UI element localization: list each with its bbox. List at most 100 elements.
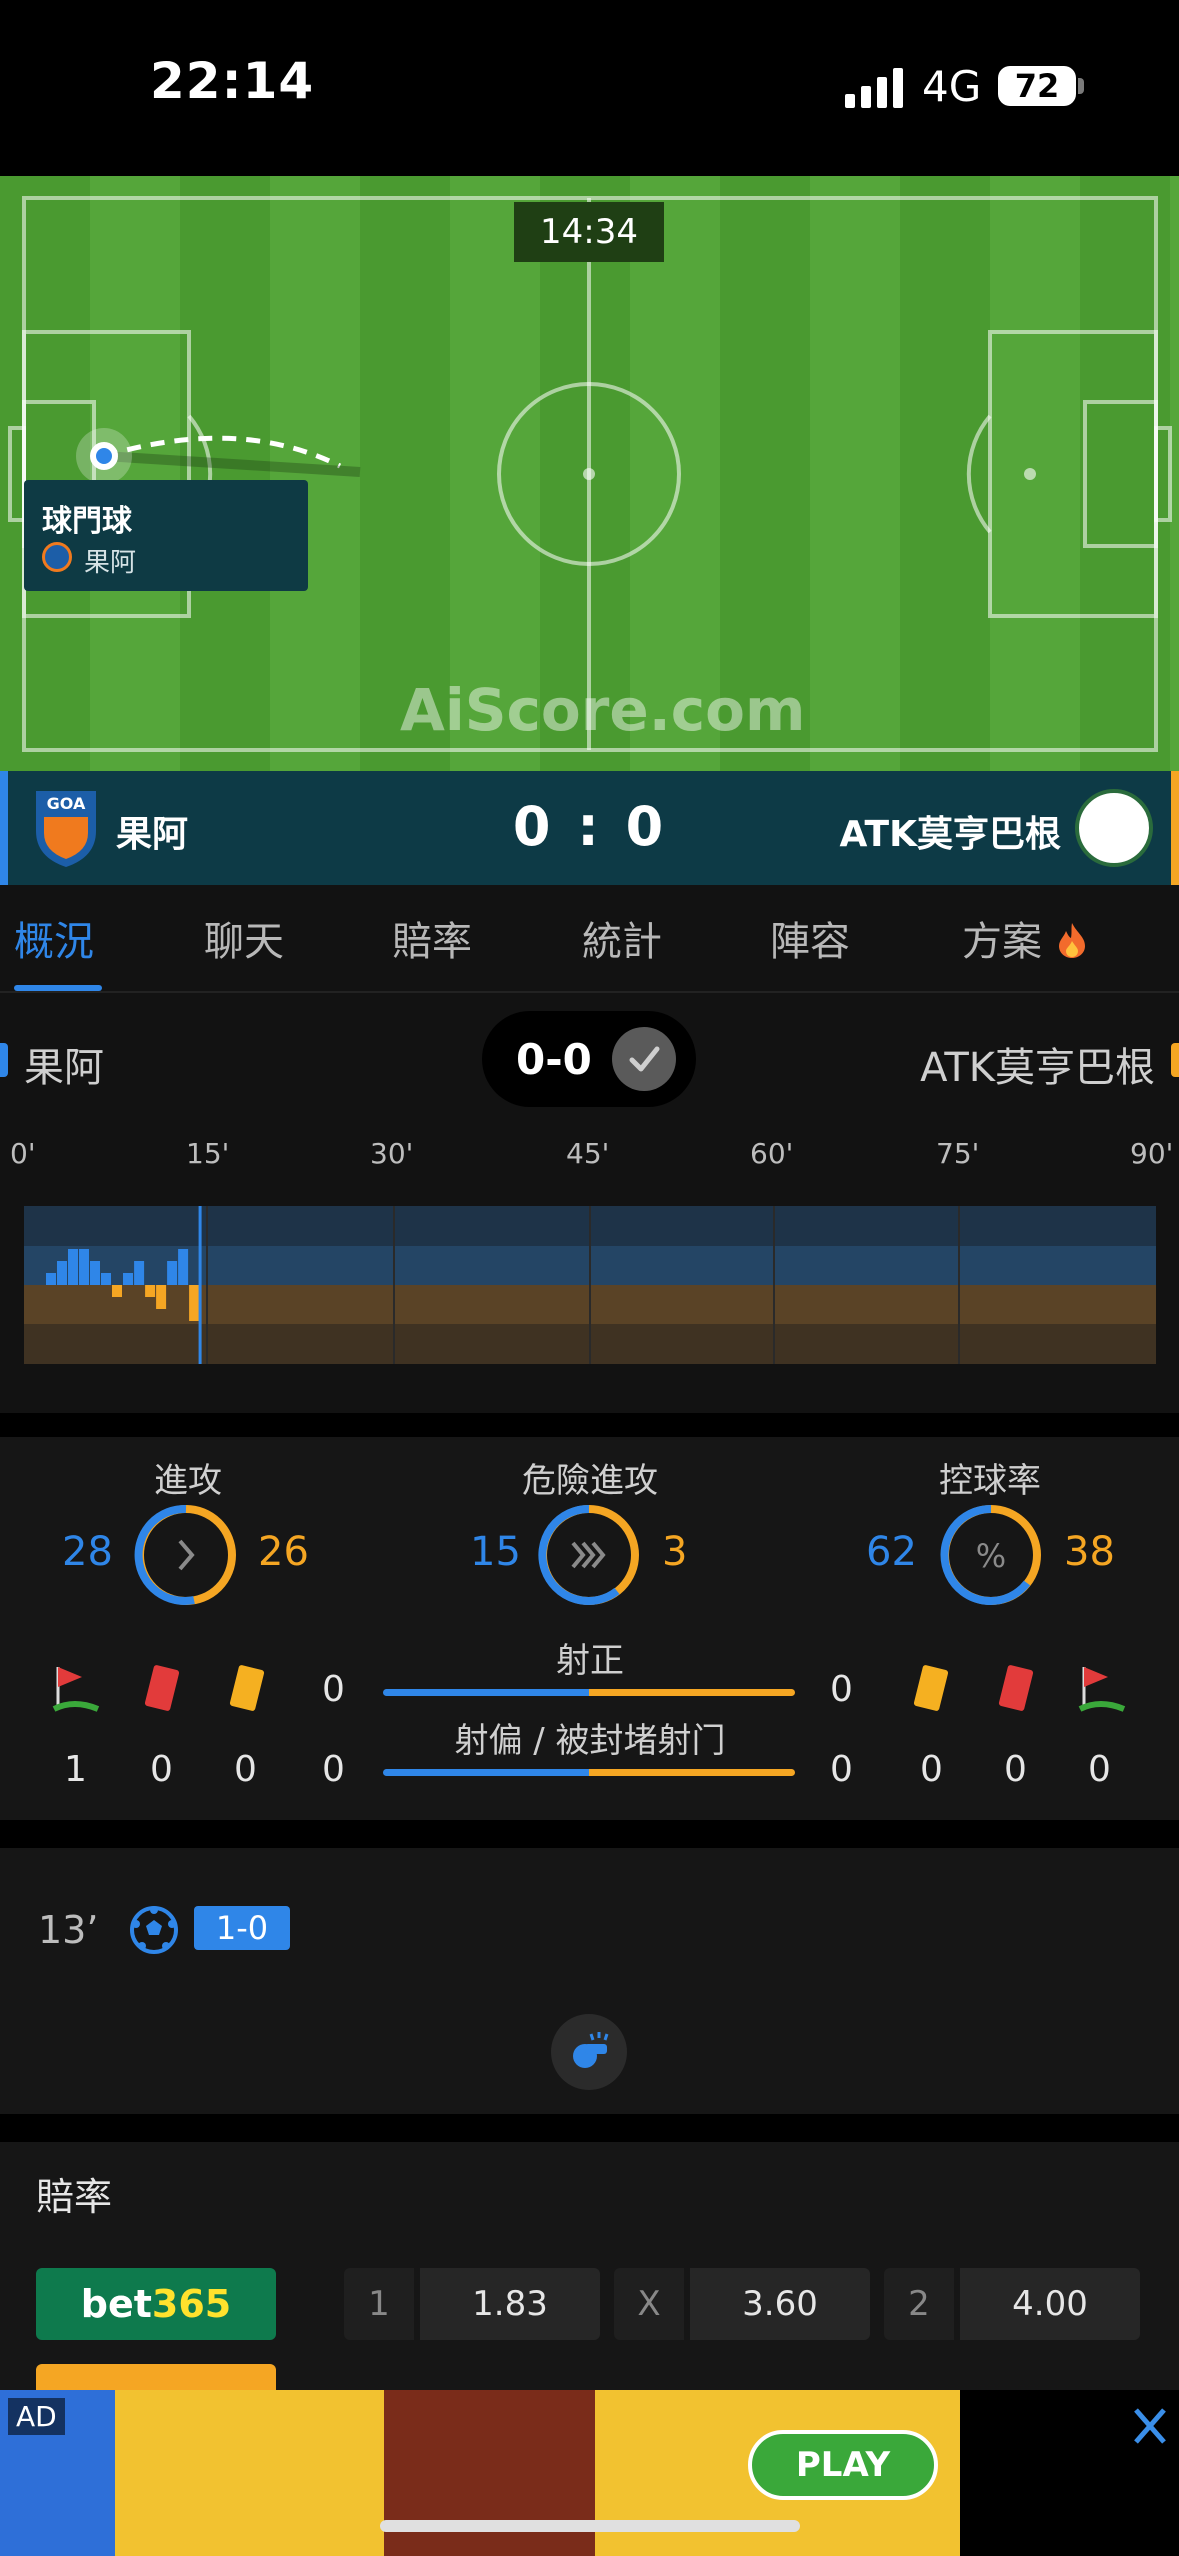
percent-symbol: %: [976, 1537, 1006, 1575]
odds-away-key[interactable]: 2: [884, 2268, 954, 2340]
home-indicator[interactable]: [380, 2520, 800, 2532]
event-score-badge: 1-0: [194, 1906, 290, 1950]
off-target-label: 射偏 / 被封堵射门: [454, 1721, 726, 1761]
away-pressure-bar: [145, 1285, 156, 1297]
tick-label: 90': [1130, 1137, 1174, 1170]
tick-label: 15': [186, 1137, 230, 1170]
tick-label: 60': [750, 1137, 794, 1170]
battery-icon: 72: [998, 66, 1076, 106]
bookmaker-name-b: 365: [151, 2282, 232, 2326]
home-pressure-bar: [167, 1261, 178, 1285]
home-pressure-bar: [90, 1261, 100, 1285]
fulltime-score-pill: 0-0: [482, 1011, 696, 1107]
possession-ring-icon: %: [940, 1504, 1041, 1605]
home-color-marker: [0, 1043, 8, 1077]
away-corners: 0: [1088, 1749, 1111, 1790]
odds-draw-key[interactable]: X: [614, 2268, 684, 2340]
away-pressure-bar: [189, 1285, 200, 1321]
odds-home-key[interactable]: 1: [344, 2268, 414, 2340]
home-pressure-bar: [134, 1261, 145, 1285]
bookmaker-second[interactable]: [36, 2364, 276, 2392]
on-target-away: 0: [830, 1669, 853, 1710]
network-type: 4G: [922, 62, 982, 111]
overview-home-name: 果阿: [24, 1045, 104, 1091]
home-pressure-bar: [57, 1261, 67, 1285]
red-card-icon: [144, 1665, 180, 1711]
odds-draw-value[interactable]: 3.60: [690, 2268, 870, 2340]
red-card-icon: [998, 1665, 1034, 1711]
on-target-label: 射正: [556, 1641, 624, 1681]
event-timeline: 13’ 1-0: [0, 1848, 1179, 2114]
attack-label: 進攻: [154, 1461, 222, 1501]
ad-play-button[interactable]: PLAY: [748, 2430, 938, 2500]
away-pressure-bar: [112, 1285, 122, 1297]
momentum-chart: 0' 15' 30' 45' 60' 75' 90': [0, 1133, 1179, 1413]
check-icon: [612, 1027, 676, 1091]
whistle-icon: [551, 2014, 627, 2090]
bookmaker-bet365[interactable]: bet365: [36, 2268, 276, 2340]
home-yellow-cards: 0: [234, 1749, 257, 1790]
off-target-bar: [383, 1769, 795, 1776]
dangerous-attack-label: 危險進攻: [522, 1461, 658, 1501]
ad-tag: AD: [8, 2398, 65, 2435]
tab-tips-label: 方案: [962, 919, 1042, 965]
clock-time: 22:14: [150, 52, 315, 110]
fulltime-score: 0-0: [516, 1035, 592, 1084]
attack-away: 26: [258, 1529, 309, 1575]
odds-home-value[interactable]: 1.83: [420, 2268, 600, 2340]
away-accent: [1171, 771, 1179, 885]
match-clock: 14:34: [514, 202, 664, 262]
possession-home: 62: [866, 1529, 917, 1575]
away-team-logo-icon: [1075, 789, 1153, 867]
event-card: 球門球 果阿: [24, 480, 308, 591]
tab-chat[interactable]: 聊天: [204, 909, 284, 967]
overview-header: 果阿 0-0 ATK莫亨巴根: [0, 993, 1179, 1133]
odds-title: 賠率: [36, 2175, 113, 2219]
corner-flag-icon: [52, 1667, 100, 1712]
dangerous-attack-away: 3: [662, 1529, 688, 1575]
corner-flag-icon: [1078, 1667, 1126, 1712]
watermark: AiScore.com: [400, 676, 806, 744]
football-icon: [130, 1906, 178, 1954]
home-accent: [0, 771, 8, 885]
tab-tips[interactable]: 方案: [962, 909, 1089, 967]
team-logo-icon: [42, 542, 72, 572]
off-target-home: 0: [322, 1749, 345, 1790]
odds-away-value[interactable]: 4.00: [960, 2268, 1140, 2340]
tab-overview[interactable]: 概況: [14, 909, 94, 967]
home-pressure-bar: [68, 1249, 78, 1285]
home-red-cards: 0: [150, 1749, 173, 1790]
tab-stats[interactable]: 統計: [582, 909, 662, 967]
event-team: 果阿: [84, 548, 137, 578]
status-bar: 22:14 4G 72: [0, 0, 1179, 176]
off-target-away: 0: [830, 1749, 853, 1790]
home-team-logo-icon: GOA: [36, 791, 96, 867]
dangerous-attack-ring-icon: [538, 1504, 639, 1605]
away-yellow-cards: 0: [920, 1749, 943, 1790]
odds-section: 賠率 bet365 1 1.83 X 3.60 2 4.00: [0, 2142, 1179, 2392]
on-target-home: 0: [322, 1669, 345, 1710]
possession-label: 控球率: [939, 1461, 1041, 1501]
home-pressure-bar: [123, 1273, 133, 1285]
home-pressure-bar: [101, 1273, 111, 1285]
bookmaker-name-a: bet: [80, 2282, 152, 2326]
away-pressure-bar: [156, 1285, 167, 1309]
attack-home: 28: [62, 1529, 113, 1575]
attack-ring-icon: [134, 1504, 236, 1605]
tab-odds[interactable]: 賠率: [392, 909, 472, 967]
away-red-cards: 0: [1004, 1749, 1027, 1790]
signal-icon: [845, 68, 903, 108]
tab-lineup[interactable]: 陣容: [770, 909, 850, 967]
event-title: 球門球: [42, 504, 132, 539]
on-target-bar: [383, 1689, 795, 1696]
home-pressure-bar: [178, 1249, 189, 1285]
live-pitch[interactable]: 14:34 球門球 果阿 AiScore.com: [0, 176, 1179, 771]
tick-label: 75': [936, 1137, 980, 1170]
dangerous-attack-home: 15: [470, 1529, 521, 1575]
momentum-bars: [24, 1206, 1156, 1364]
close-ad-icon[interactable]: [1130, 2402, 1170, 2452]
home-team-name: 果阿: [116, 814, 189, 855]
home-pressure-bar: [46, 1273, 56, 1285]
yellow-card-icon: [913, 1665, 949, 1711]
tab-bar: 概況 聊天 賠率 統計 陣容 方案: [0, 885, 1179, 993]
